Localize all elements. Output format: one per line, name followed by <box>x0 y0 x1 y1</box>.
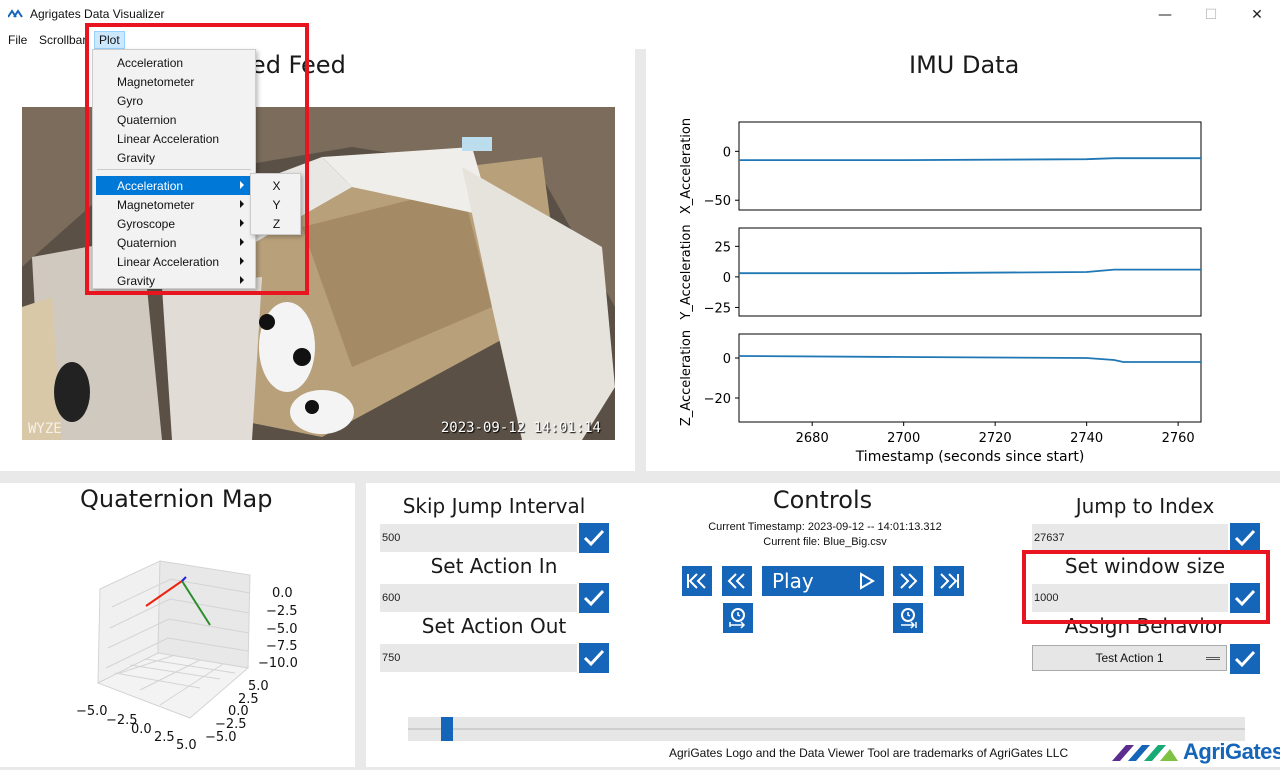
checkmark-icon <box>1234 529 1256 547</box>
skip-to-start-button[interactable] <box>682 566 712 596</box>
skip-to-end-icon <box>940 573 959 589</box>
subplot-frame <box>738 333 1202 423</box>
x-tick: 5.0 <box>176 738 197 753</box>
menu-file[interactable]: File <box>4 31 31 49</box>
y-axis-label: Y_Acceleration <box>679 224 694 320</box>
close-button[interactable]: ✕ <box>1234 0 1280 30</box>
z-tick: −10.0 <box>258 656 298 671</box>
y-tick-label: 0 <box>723 271 731 286</box>
y-tick-label: −50 <box>704 194 731 209</box>
slider-handle[interactable] <box>441 717 453 741</box>
clock-out-icon <box>901 608 917 629</box>
y-tick-label: 0 <box>723 352 731 367</box>
y-tick-label: −20 <box>704 392 731 407</box>
assign-behavior-confirm-button[interactable] <box>1230 644 1260 674</box>
agrigates-logo-icon <box>1112 745 1178 761</box>
y-axis-label: X_Acceleration <box>679 118 694 214</box>
minimize-button[interactable]: — <box>1142 0 1188 30</box>
skip-jump-label: Skip Jump Interval <box>402 494 586 518</box>
controls-title: Controls <box>772 486 873 514</box>
slider-groove <box>408 728 1245 730</box>
y-tick-label: 0 <box>723 145 731 160</box>
action-in-confirm-button[interactable] <box>579 583 609 613</box>
camera-logo: WYZE <box>28 421 62 437</box>
subplot-frame <box>738 121 1202 211</box>
x-tick-label: 2680 <box>796 431 829 446</box>
action-in-input[interactable]: 600 <box>380 584 577 612</box>
x-axis-label: Timestamp (seconds since start) <box>855 449 1085 465</box>
x-tick: −5.0 <box>76 704 108 719</box>
x-tick-label: 2740 <box>1070 431 1103 446</box>
fast-forward-button[interactable] <box>893 566 923 596</box>
z-tick: 0.0 <box>272 586 293 601</box>
y-axis-label: Z_Acceleration <box>679 330 694 426</box>
window-title: Agrigates Data Visualizer <box>30 7 165 21</box>
current-timestamp: Current Timestamp: 2023-09-12 -- 14:01:1… <box>708 521 942 533</box>
behavior-select[interactable]: Test Action 1 <box>1032 645 1227 671</box>
action-out-confirm-button[interactable] <box>579 643 609 673</box>
x-tick-label: 2720 <box>979 431 1012 446</box>
checkmark-icon <box>583 649 605 667</box>
y-tick-label: 25 <box>714 240 731 255</box>
timeline-slider[interactable] <box>408 717 1245 741</box>
quaternion-3d-plot: 0.0 −2.5 −5.0 −7.5 −10.0 5.0 2.5 0.0 −2.… <box>76 560 298 753</box>
jump-to-index-confirm-button[interactable] <box>1230 523 1260 553</box>
skip-to-end-button[interactable] <box>934 566 964 596</box>
z-tick: −5.0 <box>266 622 298 637</box>
play-label: Play <box>772 569 814 593</box>
current-file: Current file: Blue_Big.csv <box>763 536 887 548</box>
video-timestamp: 2023-09-12 14:01:14 <box>440 420 601 436</box>
play-button[interactable]: Play <box>762 566 884 596</box>
jump-to-index-label: Jump to Index <box>1075 494 1215 518</box>
checkmark-icon <box>583 529 605 547</box>
x-tick-label: 2700 <box>887 431 920 446</box>
z-tick: −7.5 <box>266 639 298 654</box>
checkmark-icon <box>1234 650 1256 668</box>
behavior-selected-value: Test Action 1 <box>1095 651 1164 665</box>
trademark-notice: AgriGates Logo and the Data Viewer Tool … <box>669 746 1069 760</box>
action-out-label: Set Action Out <box>421 614 567 638</box>
jump-to-index-input[interactable]: 27637 <box>1032 524 1228 552</box>
skip-jump-input[interactable]: 500 <box>380 524 577 552</box>
maximize-button[interactable]: ☐ <box>1188 0 1234 30</box>
x-tick: 0.0 <box>131 722 152 737</box>
y-tick-label: −25 <box>704 301 731 316</box>
skip-jump-confirm-button[interactable] <box>579 523 609 553</box>
skip-to-start-icon <box>687 573 706 589</box>
rewind-icon <box>727 573 745 589</box>
x-tick: 2.5 <box>154 730 175 745</box>
rewind-button[interactable] <box>722 566 752 596</box>
action-out-input[interactable]: 750 <box>380 644 577 672</box>
highlight-box-window-size <box>1022 550 1270 624</box>
x-tick-label: 2760 <box>1162 431 1195 446</box>
menu-scrollbar[interactable]: Scrollbar <box>35 31 90 49</box>
checkmark-icon <box>583 589 605 607</box>
agrigates-brand: AgriGates <box>1183 739 1280 764</box>
y-tick: −5.0 <box>205 730 237 745</box>
imu-chart: 0 −50 X_Acceleration 25 0 −25 Y_Acceleration 0 −… <box>679 118 1202 465</box>
set-action-out-time-button[interactable] <box>893 603 923 633</box>
dropdown-handle-icon <box>1206 657 1220 660</box>
action-in-label: Set Action In <box>430 554 558 578</box>
highlight-box-plot-menu <box>85 23 309 295</box>
fast-forward-icon <box>900 573 918 589</box>
clock-in-icon <box>729 608 746 629</box>
imu-data-panel: IMU Data 0 −50 X_Acceleration 25 0 −25 Y_Accel… <box>646 49 1280 471</box>
z-tick: −2.5 <box>266 604 298 619</box>
play-icon <box>860 572 875 590</box>
app-logo-icon <box>8 9 23 18</box>
set-action-in-time-button[interactable] <box>723 603 753 633</box>
quaternion-map-panel: Quaternion Map 0.0 −2.5 −5.0 −7.5 −10.0 … <box>0 483 355 767</box>
